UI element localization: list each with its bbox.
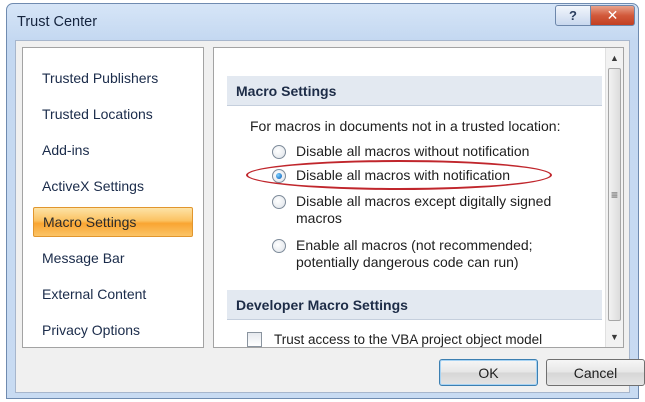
scroll-thumb[interactable]: ≡	[608, 68, 621, 321]
dialog-title: Trust Center	[17, 14, 98, 30]
grip-icon: ≡	[610, 187, 618, 202]
nav-item-message-bar[interactable]: Message Bar	[33, 244, 193, 274]
radio-button[interactable]	[272, 145, 286, 159]
nav-item-macro-settings[interactable]: Macro Settings	[33, 207, 193, 237]
nav-item-external-content[interactable]: External Content	[33, 280, 193, 310]
dialog-body: Trusted Publishers Trusted Locations Add…	[15, 40, 645, 393]
title-bar[interactable]: Trust Center ? ✕	[7, 4, 638, 42]
vba-trust-checkbox[interactable]	[247, 332, 262, 347]
radio-label: Enable all macros (not recommended; pote…	[296, 237, 533, 270]
help-button[interactable]: ?	[555, 5, 591, 26]
trust-center-dialog: Trust Center ? ✕ Trusted Publishers Trus…	[6, 3, 645, 399]
help-icon: ?	[569, 8, 577, 23]
radio-label: Disable all macros without notification	[296, 143, 530, 159]
close-icon: ✕	[606, 7, 619, 23]
vba-trust-label: Trust access to the VBA project object m…	[274, 332, 543, 347]
radio-label: Disable all macros except digitally sign…	[296, 193, 552, 226]
nav-item-privacy-options[interactable]: Privacy Options	[33, 316, 193, 346]
nav-item-add-ins[interactable]: Add-ins	[33, 136, 193, 166]
nav-item-activex-settings[interactable]: ActiveX Settings	[33, 172, 193, 202]
nav-item-trusted-locations[interactable]: Trusted Locations	[33, 100, 193, 130]
radio-button[interactable]	[272, 195, 286, 209]
highlight-ellipse	[246, 160, 552, 190]
macro-settings-header: Macro Settings	[227, 76, 602, 106]
vertical-scrollbar[interactable]: ▲ ≡ ▼	[605, 48, 623, 347]
scroll-up-arrow-icon[interactable]: ▲	[606, 49, 623, 66]
category-list: Trusted Publishers Trusted Locations Add…	[22, 47, 204, 348]
scroll-down-arrow-icon[interactable]: ▼	[606, 328, 623, 345]
radio-option-disable-except-signed[interactable]: Disable all macros except digitally sign…	[272, 193, 572, 227]
vba-trust-option[interactable]: Trust access to the VBA project object m…	[247, 332, 542, 347]
cancel-button[interactable]: Cancel	[546, 359, 645, 386]
ok-button[interactable]: OK	[439, 359, 538, 386]
close-button[interactable]: ✕	[590, 5, 635, 26]
macro-settings-intro: For macros in documents not in a trusted…	[250, 118, 561, 134]
developer-macro-settings-header: Developer Macro Settings	[227, 290, 602, 320]
radio-option-enable-all[interactable]: Enable all macros (not recommended; pote…	[272, 237, 572, 271]
nav-item-trusted-publishers[interactable]: Trusted Publishers	[33, 64, 193, 94]
settings-panel: Macro Settings For macros in documents n…	[213, 47, 624, 348]
radio-option-disable-without-notification[interactable]: Disable all macros without notification	[272, 143, 529, 160]
radio-button[interactable]	[272, 239, 286, 253]
